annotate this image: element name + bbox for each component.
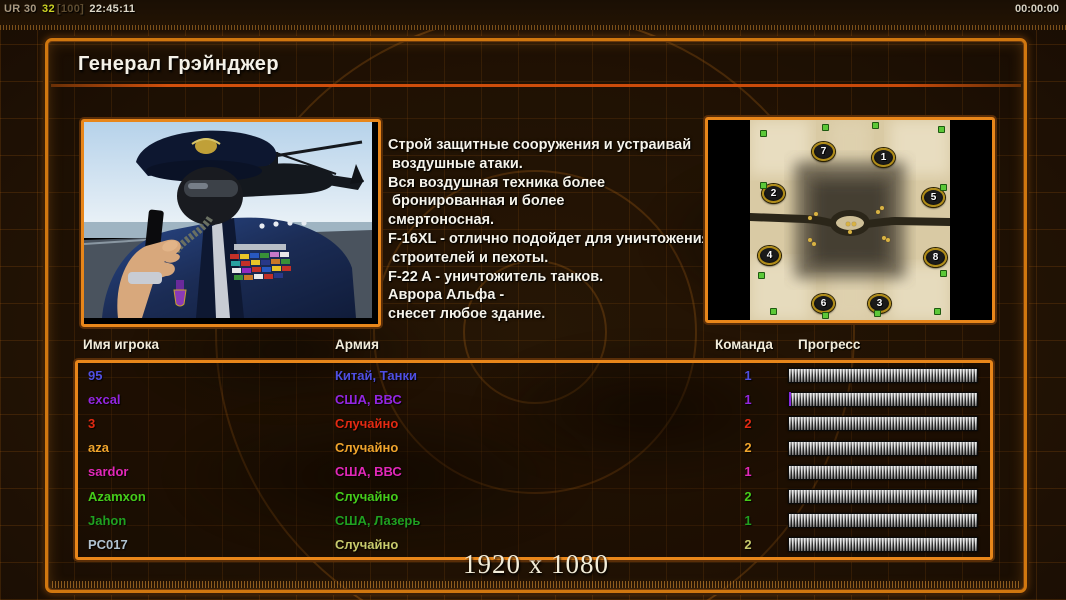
debug-stat-segment: [100] — [56, 3, 85, 15]
tech-dot — [848, 230, 852, 234]
tech-dot — [886, 238, 890, 242]
map-preview: 71254863 — [705, 117, 995, 323]
general-portrait-image — [84, 122, 372, 318]
bottom-tick-strip — [52, 581, 1020, 588]
briefing-line: строителей и пехоты. — [388, 249, 549, 266]
supply-dot — [940, 270, 947, 277]
briefing-line: F-22 A - уничтожитель танков. — [388, 268, 604, 285]
briefing-text: Строй защитные сооружения и устраивай во… — [388, 136, 710, 324]
briefing-line: смертоносная. — [388, 212, 495, 229]
player-team: 2 — [744, 488, 752, 504]
player-table-header: Имя игрока Армия Команда Прогресс — [48, 337, 1024, 357]
debug-stat-segment: 32 — [42, 3, 55, 15]
player-team: 2 — [744, 415, 752, 431]
spawn-marker: 6 — [812, 294, 835, 313]
briefing-line: бронированная и более — [388, 193, 565, 210]
topbar-tick-strip — [0, 25, 1066, 30]
tech-dot — [880, 206, 884, 210]
tech-dot — [814, 212, 818, 216]
progress-cursor — [789, 392, 791, 407]
spawn-marker: 1 — [872, 148, 895, 167]
supply-dot — [760, 182, 767, 189]
progress-bar — [788, 416, 978, 432]
supply-dot — [760, 130, 767, 137]
progress-bar — [788, 489, 978, 505]
player-row: Azamxon Случайно 2 — [78, 484, 990, 508]
debug-stat-segment: UR 30 — [4, 3, 41, 15]
supply-dot — [822, 124, 829, 131]
main-frame: Генерал Грэйнджер Строй защитные сооруже… — [45, 38, 1027, 593]
tech-dot — [812, 242, 816, 246]
header-army: Армия — [335, 337, 379, 352]
player-row: 3 Случайно 2 — [78, 411, 990, 435]
briefing-line: Аврора Альфа - — [388, 287, 505, 304]
progress-bar — [788, 513, 978, 529]
progress-bar — [788, 464, 978, 480]
supply-dot — [940, 184, 947, 191]
title-separator — [51, 84, 1021, 87]
spawn-marker: 8 — [924, 248, 947, 267]
briefing-line: воздушные атаки. — [388, 155, 523, 172]
progress-bar — [788, 368, 978, 384]
player-army: Случайно — [335, 488, 399, 504]
page-title: Генерал Грэйнджер — [78, 53, 279, 75]
match-clock: 00:00:00 — [1014, 3, 1059, 15]
supply-dot — [934, 308, 941, 315]
player-army: Случайно — [335, 415, 399, 431]
resolution-label: 1920 x 1080 — [463, 549, 609, 579]
player-army: Случайно — [335, 440, 399, 456]
player-team: 2 — [744, 440, 752, 456]
tech-dot — [808, 216, 812, 220]
player-row: excal США, ВВС 1 — [78, 387, 990, 411]
header-progress: Прогресс — [798, 337, 861, 352]
header-player-name: Имя игрока — [83, 337, 159, 352]
player-row: Jahon США, Лазерь 1 — [78, 508, 990, 532]
tech-dot — [808, 238, 812, 242]
player-name: 95 — [88, 367, 103, 383]
player-name: excal — [88, 391, 121, 407]
supply-dot — [822, 312, 829, 319]
supply-dot — [872, 122, 879, 129]
player-team: 1 — [744, 391, 752, 407]
briefing-line: снесет любое здание. — [388, 306, 546, 323]
player-row: aza Случайно 2 — [78, 436, 990, 460]
player-army: США, ВВС — [335, 391, 402, 407]
player-army: США, ВВС — [335, 464, 402, 480]
player-row: 95 Китай, Танки 1 — [78, 363, 990, 387]
player-name: sardor — [88, 464, 129, 480]
player-name: Azamxon — [88, 488, 146, 504]
header-team: Команда — [715, 337, 773, 352]
supply-dot — [770, 308, 777, 315]
briefing-line: Вся воздушная техника более — [388, 174, 606, 191]
briefing-line: F-16XL - отлично подойдет для уничтожени… — [388, 230, 711, 247]
progress-bar — [788, 392, 978, 408]
loading-screen: UR 30 32 [100] 22:45:11 00:00:00 Генерал … — [0, 0, 1066, 600]
player-army: Китай, Танки — [335, 367, 417, 383]
spawn-marker: 4 — [758, 246, 781, 265]
tech-dot — [852, 222, 856, 226]
spawn-marker: 7 — [812, 142, 835, 161]
player-team: 1 — [744, 464, 752, 480]
player-name: Jahon — [88, 512, 127, 528]
player-name: 3 — [88, 415, 96, 431]
debug-topbar: UR 30 32 [100] 22:45:11 00:00:00 — [0, 0, 1066, 30]
player-army: США, Лазерь — [335, 512, 421, 528]
map-image: 71254863 — [750, 120, 950, 320]
progress-bar — [788, 440, 978, 456]
debug-stat-segment: 22:45:11 — [86, 3, 136, 15]
player-name: aza — [88, 440, 109, 456]
player-list: 95 Китай, Танки 1 excal США, ВВС 1 3 Случайно 2 a… — [75, 360, 993, 560]
tech-dot — [876, 210, 880, 214]
supply-dot — [938, 126, 945, 133]
supply-dot — [758, 272, 765, 279]
debug-stats-text: UR 30 32 [100] 22:45:11 — [4, 3, 137, 15]
player-team: 1 — [744, 367, 752, 383]
tech-dot — [846, 222, 850, 226]
supply-dot — [874, 310, 881, 317]
general-portrait — [81, 119, 381, 327]
briefing-line: Строй защитные сооружения и устраивай — [388, 137, 692, 153]
player-team: 1 — [744, 512, 752, 528]
player-row: sardor США, ВВС 1 — [78, 460, 990, 484]
